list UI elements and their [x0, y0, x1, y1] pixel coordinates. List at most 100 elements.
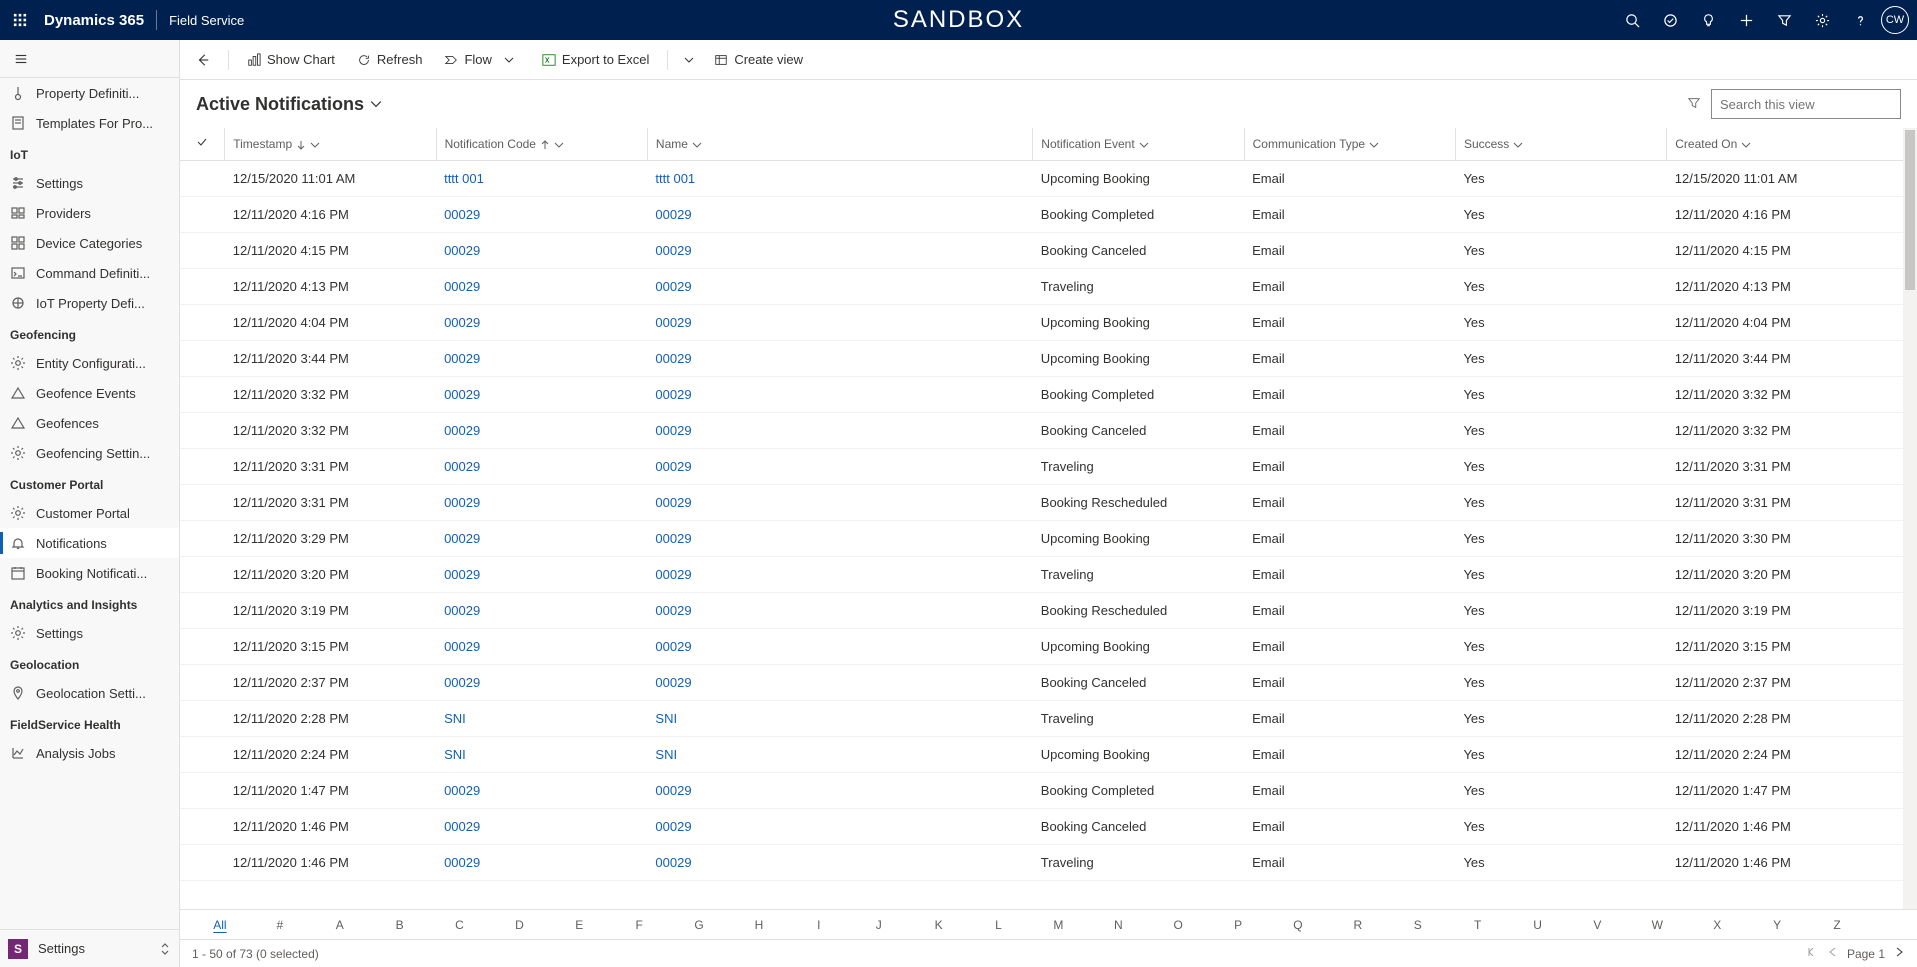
- table-row[interactable]: 12/11/2020 1:47 PM0002900029Booking Comp…: [180, 772, 1903, 808]
- cell-code[interactable]: 00029: [436, 592, 647, 628]
- cell-name[interactable]: 00029: [647, 412, 1032, 448]
- sidebar-item[interactable]: Geofences: [0, 408, 179, 438]
- cell-name[interactable]: 00029: [647, 808, 1032, 844]
- sidebar-item[interactable]: Settings: [0, 618, 179, 648]
- sidebar-item[interactable]: IoT Property Defi...: [0, 288, 179, 318]
- column-header-code[interactable]: Notification Code: [436, 128, 647, 160]
- brand-label[interactable]: Dynamics 365: [44, 12, 144, 29]
- show-chart-button[interactable]: Show Chart: [239, 48, 343, 71]
- alpha-L[interactable]: L: [969, 918, 1029, 932]
- sidebar-item[interactable]: Notifications: [0, 528, 179, 558]
- area-label[interactable]: Field Service: [169, 13, 244, 28]
- cell-name[interactable]: 00029: [647, 628, 1032, 664]
- table-row[interactable]: 12/11/2020 2:28 PMSNISNITravelingEmailYe…: [180, 700, 1903, 736]
- cell-name[interactable]: 00029: [647, 772, 1032, 808]
- alpha-A[interactable]: A: [310, 918, 370, 932]
- export-excel-button[interactable]: Export to Excel: [534, 48, 657, 71]
- column-header-event[interactable]: Notification Event: [1033, 128, 1244, 160]
- sidebar-footer[interactable]: S Settings: [0, 929, 179, 967]
- alpha-M[interactable]: M: [1028, 918, 1088, 932]
- table-row[interactable]: 12/11/2020 4:04 PM0002900029Upcoming Boo…: [180, 304, 1903, 340]
- cell-code[interactable]: 00029: [436, 376, 647, 412]
- pager-next[interactable]: [1893, 946, 1905, 961]
- table-row[interactable]: 12/11/2020 1:46 PM0002900029TravelingEma…: [180, 844, 1903, 880]
- cell-name[interactable]: SNI: [647, 700, 1032, 736]
- table-row[interactable]: 12/11/2020 2:24 PMSNISNIUpcoming Booking…: [180, 736, 1903, 772]
- cell-name[interactable]: tttt 001: [647, 160, 1032, 196]
- cell-code[interactable]: SNI: [436, 700, 647, 736]
- alpha-#[interactable]: #: [250, 918, 310, 932]
- page-scrollbar[interactable]: [1903, 128, 1917, 909]
- table-row[interactable]: 12/11/2020 3:29 PM0002900029Upcoming Boo…: [180, 520, 1903, 556]
- cell-name[interactable]: 00029: [647, 664, 1032, 700]
- sidebar-item[interactable]: Templates For Pro...: [0, 108, 179, 138]
- alpha-C[interactable]: C: [430, 918, 490, 932]
- hamburger-icon[interactable]: [0, 40, 179, 78]
- back-button[interactable]: [188, 53, 218, 67]
- sidebar-item[interactable]: Analysis Jobs: [0, 738, 179, 768]
- help-icon[interactable]: [1843, 3, 1877, 37]
- cell-code[interactable]: 00029: [436, 556, 647, 592]
- table-row[interactable]: 12/11/2020 3:15 PM0002900029Upcoming Boo…: [180, 628, 1903, 664]
- cell-name[interactable]: 00029: [647, 268, 1032, 304]
- alpha-T[interactable]: T: [1448, 918, 1508, 932]
- flow-button[interactable]: Flow: [436, 48, 527, 71]
- sidebar-item[interactable]: Geofence Events: [0, 378, 179, 408]
- avatar[interactable]: CW: [1881, 6, 1909, 34]
- table-row[interactable]: 12/11/2020 3:32 PM0002900029Booking Canc…: [180, 412, 1903, 448]
- cell-code[interactable]: 00029: [436, 412, 647, 448]
- alpha-O[interactable]: O: [1148, 918, 1208, 932]
- alpha-X[interactable]: X: [1687, 918, 1747, 932]
- sidebar-item[interactable]: Booking Notificati...: [0, 558, 179, 588]
- export-split-button[interactable]: [678, 55, 700, 65]
- alpha-D[interactable]: D: [489, 918, 549, 932]
- cell-name[interactable]: 00029: [647, 376, 1032, 412]
- cell-code[interactable]: 00029: [436, 484, 647, 520]
- cell-code[interactable]: 00029: [436, 520, 647, 556]
- alpha-R[interactable]: R: [1328, 918, 1388, 932]
- table-row[interactable]: 12/11/2020 3:31 PM0002900029Booking Resc…: [180, 484, 1903, 520]
- cell-code[interactable]: 00029: [436, 340, 647, 376]
- sidebar-item[interactable]: Customer Portal: [0, 498, 179, 528]
- table-row[interactable]: 12/11/2020 4:15 PM0002900029Booking Canc…: [180, 232, 1903, 268]
- task-icon[interactable]: [1653, 3, 1687, 37]
- alpha-N[interactable]: N: [1088, 918, 1148, 932]
- cell-name[interactable]: 00029: [647, 520, 1032, 556]
- alpha-H[interactable]: H: [729, 918, 789, 932]
- sidebar-item[interactable]: Entity Configurati...: [0, 348, 179, 378]
- alpha-F[interactable]: F: [609, 918, 669, 932]
- alpha-Z[interactable]: Z: [1807, 918, 1867, 932]
- data-grid[interactable]: TimestampNotification CodeNameNotificati…: [180, 128, 1903, 909]
- alpha-P[interactable]: P: [1208, 918, 1268, 932]
- alpha-G[interactable]: G: [669, 918, 729, 932]
- column-header-created[interactable]: Created On: [1667, 128, 1903, 160]
- pager-prev[interactable]: [1827, 946, 1839, 961]
- cell-code[interactable]: 00029: [436, 232, 647, 268]
- alpha-Y[interactable]: Y: [1747, 918, 1807, 932]
- alpha-J[interactable]: J: [849, 918, 909, 932]
- alpha-K[interactable]: K: [909, 918, 969, 932]
- cell-code[interactable]: 00029: [436, 664, 647, 700]
- alpha-W[interactable]: W: [1627, 918, 1687, 932]
- sidebar-item[interactable]: Command Definiti...: [0, 258, 179, 288]
- sidebar-item[interactable]: Geolocation Setti...: [0, 678, 179, 708]
- table-row[interactable]: 12/11/2020 2:37 PM0002900029Booking Canc…: [180, 664, 1903, 700]
- cell-name[interactable]: 00029: [647, 448, 1032, 484]
- cell-name[interactable]: 00029: [647, 484, 1032, 520]
- search-field[interactable]: [1718, 96, 1898, 113]
- gear-icon[interactable]: [1805, 3, 1839, 37]
- plus-icon[interactable]: [1729, 3, 1763, 37]
- cell-code[interactable]: 00029: [436, 772, 647, 808]
- table-row[interactable]: 12/15/2020 11:01 AMtttt 001tttt 001Upcom…: [180, 160, 1903, 196]
- cell-name[interactable]: 00029: [647, 592, 1032, 628]
- alpha-B[interactable]: B: [370, 918, 430, 932]
- cell-code[interactable]: 00029: [436, 448, 647, 484]
- sidebar-item[interactable]: Geofencing Settin...: [0, 438, 179, 468]
- alpha-S[interactable]: S: [1388, 918, 1448, 932]
- funnel-icon[interactable]: [1687, 96, 1701, 113]
- cell-name[interactable]: 00029: [647, 304, 1032, 340]
- view-selector[interactable]: Active Notifications: [196, 94, 382, 115]
- alpha-E[interactable]: E: [549, 918, 609, 932]
- table-row[interactable]: 12/11/2020 3:20 PM0002900029TravelingEma…: [180, 556, 1903, 592]
- cell-code[interactable]: tttt 001: [436, 160, 647, 196]
